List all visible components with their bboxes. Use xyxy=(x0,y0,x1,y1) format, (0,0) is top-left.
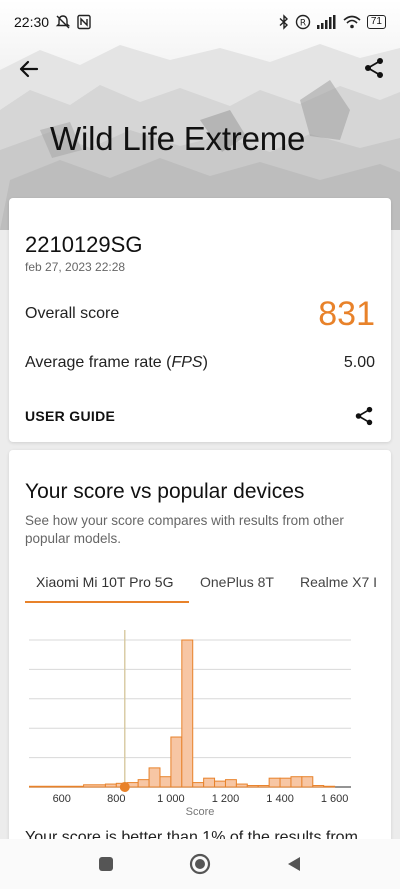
comparison-description: See how your score compares with results… xyxy=(25,513,344,546)
histogram-bar xyxy=(301,776,314,788)
mute-bell-icon xyxy=(55,15,71,29)
histogram-bar xyxy=(159,776,172,788)
tab-realme-x7[interactable]: Realme X7 I xyxy=(300,574,377,590)
x-tick-label: 1 000 xyxy=(157,793,185,805)
result-date: feb 27, 2023 22:28 xyxy=(25,260,126,274)
home-icon[interactable] xyxy=(189,853,211,875)
tab-oneplus-8t[interactable]: OnePlus 8T xyxy=(200,574,274,590)
svg-text:R: R xyxy=(300,19,306,29)
arrow-left-icon[interactable] xyxy=(16,56,42,82)
user-guide-link[interactable]: USER GUIDE xyxy=(25,408,115,424)
device-tabs: Xiaomi Mi 10T Pro 5G OnePlus 8T Realme X… xyxy=(9,568,391,606)
histogram-bar xyxy=(246,785,259,788)
histogram-bar xyxy=(312,785,325,788)
histogram-bar xyxy=(203,777,216,788)
overall-score-label: Overall score xyxy=(25,305,120,322)
histogram-bar xyxy=(104,783,117,788)
histogram-bar xyxy=(268,777,281,788)
histogram-bar xyxy=(181,639,194,788)
x-tick-label: 600 xyxy=(53,793,71,805)
system-nav-bar xyxy=(0,839,400,889)
histogram-bar xyxy=(279,777,292,788)
tab-xiaomi-mi-10t-pro-5g[interactable]: Xiaomi Mi 10T Pro 5G xyxy=(36,574,173,590)
battery-icon: 71 xyxy=(366,15,386,29)
histogram-bar xyxy=(137,779,150,788)
histogram-bar xyxy=(224,779,237,788)
score-histogram: 600 800 1 000 1 200 1 400 1 600 Score xyxy=(29,630,351,818)
fps-value: 5.00 xyxy=(343,354,375,371)
overall-score-row: Overall score 831 xyxy=(25,294,375,333)
histogram-bar xyxy=(148,767,161,788)
x-tick-label: 800 xyxy=(107,793,125,805)
status-bar: 22:30 R 71 xyxy=(0,0,400,44)
fps-label-unit: FPS xyxy=(171,354,203,371)
x-tick-label: 1 200 xyxy=(212,793,240,805)
histogram-bar xyxy=(235,783,248,788)
x-tick-label: 1 400 xyxy=(266,793,294,805)
bluetooth-icon xyxy=(279,14,288,30)
x-axis-label: Score xyxy=(186,806,215,818)
share-icon[interactable] xyxy=(362,56,386,80)
histogram-bar xyxy=(323,785,336,788)
fps-label-prefix: Average frame rate ( xyxy=(25,354,172,371)
active-tab-indicator xyxy=(25,601,189,603)
benchmark-title: Wild Life Extreme xyxy=(50,120,306,157)
histogram-bar xyxy=(83,784,106,788)
overall-score-value: 831 xyxy=(318,294,375,333)
nfc-icon xyxy=(77,14,91,30)
histogram-bar xyxy=(214,780,226,788)
recent-apps-icon[interactable] xyxy=(97,855,115,873)
signal-icon xyxy=(316,15,336,29)
fps-row: Average frame rate (FPS) 5.00 xyxy=(25,350,375,376)
fps-label: Average frame rate (FPS) xyxy=(25,354,208,372)
result-card: 2210129SG feb 27, 2023 22:28 Overall sco… xyxy=(9,198,391,442)
x-tick-label: 1 600 xyxy=(321,793,349,805)
fps-label-suffix: ) xyxy=(202,354,208,371)
your-score-marker xyxy=(119,782,130,792)
histogram-bar xyxy=(192,782,205,788)
histogram-bar xyxy=(170,736,183,788)
share-icon[interactable] xyxy=(353,405,375,427)
back-triangle-icon[interactable] xyxy=(285,855,303,873)
user-guide-row: USER GUIDE xyxy=(25,402,375,430)
histogram-bar xyxy=(29,785,85,788)
registered-icon: R xyxy=(295,14,311,30)
device-name: 2210129SG xyxy=(25,232,143,257)
comparison-title: Your score vs popular devices xyxy=(25,480,305,503)
comparison-card: Your score vs popular devices See how yo… xyxy=(9,450,391,870)
wifi-icon xyxy=(343,15,361,29)
histogram-bar xyxy=(257,785,270,788)
histogram-bar xyxy=(290,776,303,788)
status-time: 22:30 xyxy=(14,14,50,30)
